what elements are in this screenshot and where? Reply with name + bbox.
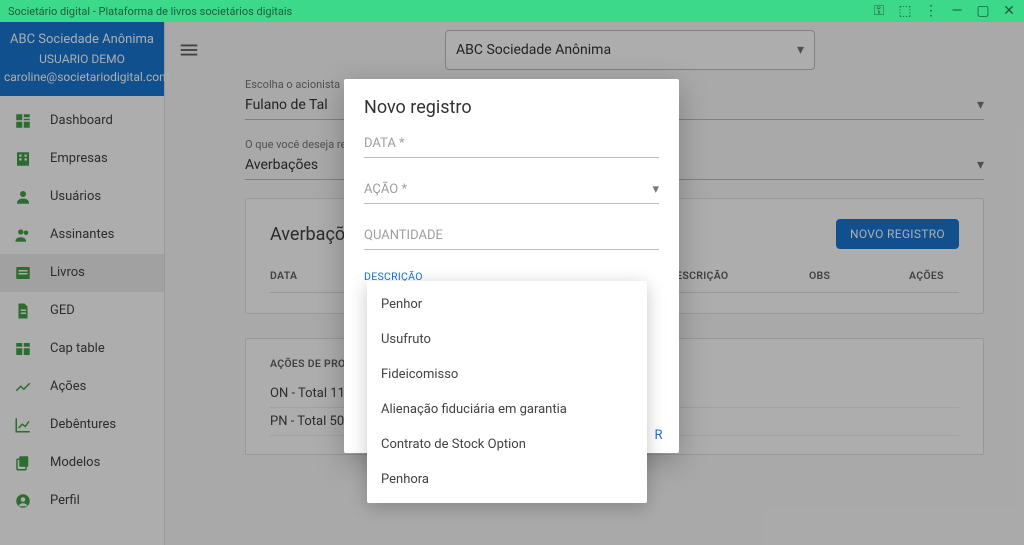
data-input[interactable]: DATA *	[364, 132, 659, 158]
modal-action-link[interactable]: R	[654, 428, 663, 443]
close-icon[interactable]: ✕	[1002, 4, 1016, 18]
acao-select-label: AÇÃO *	[364, 182, 407, 197]
maximize-icon[interactable]: ▢	[976, 4, 990, 18]
acao-select[interactable]: AÇÃO * ▾	[364, 178, 659, 204]
dropdown-option-fideicomisso[interactable]: Fideicomisso	[367, 357, 647, 392]
more-icon[interactable]: ⋮	[924, 4, 938, 18]
window-controls: ⚿ ⬚ ⋮ — ▢ ✕	[872, 4, 1016, 18]
data-input-label: DATA *	[364, 136, 405, 151]
dropdown-option-alienacao[interactable]: Alienação fiduciária em garantia	[367, 392, 647, 427]
key-icon[interactable]: ⚿	[872, 4, 886, 18]
quantidade-label: QUANTIDADE	[364, 228, 443, 243]
window-titlebar: Societário digital - Plataforma de livro…	[0, 0, 1024, 22]
dropdown-option-penhora[interactable]: Penhora	[367, 462, 647, 497]
quantidade-input[interactable]: QUANTIDADE	[364, 224, 659, 250]
dropdown-option-penhor[interactable]: Penhor	[367, 287, 647, 322]
minimize-icon[interactable]: —	[950, 4, 964, 18]
dropdown-option-stock-option[interactable]: Contrato de Stock Option	[367, 427, 647, 462]
chevron-down-icon: ▾	[652, 182, 659, 197]
acao-dropdown: Penhor Usufruto Fideicomisso Alienação f…	[367, 281, 647, 503]
window-title: Societário digital - Plataforma de livro…	[8, 5, 292, 18]
modal-title: Novo registro	[364, 97, 659, 118]
extension-icon[interactable]: ⬚	[898, 4, 912, 18]
dropdown-option-usufruto[interactable]: Usufruto	[367, 322, 647, 357]
